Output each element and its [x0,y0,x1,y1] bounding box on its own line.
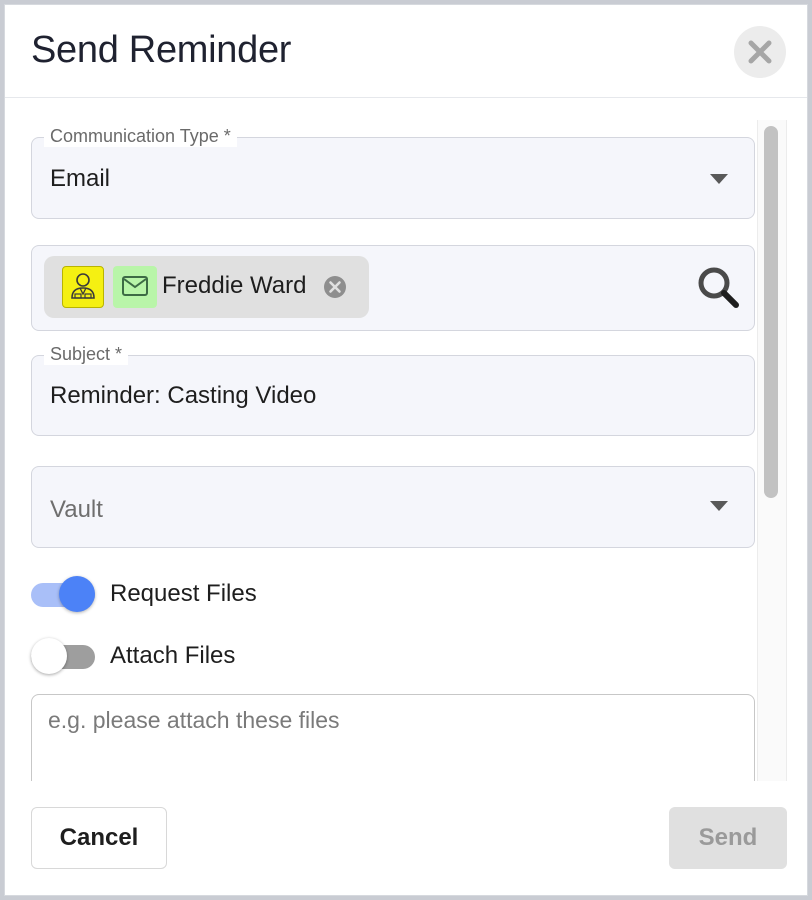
dialog-body: Communication Type * Email Freddie Ward … [5,98,807,781]
message-textarea[interactable]: e.g. please attach these files [31,694,755,781]
dialog-header: Send Reminder [5,5,807,98]
vault-placeholder: Vault [50,496,103,523]
recipient-chip: Freddie Ward [44,256,369,318]
envelope-icon [113,266,157,308]
request-files-label: Request Files [110,580,257,607]
subject-value: Reminder: Casting Video [50,382,317,409]
search-recipients-button[interactable] [696,265,742,311]
communication-type-value: Email [50,165,111,192]
dialog-footer: Cancel Send [5,781,807,895]
send-reminder-dialog: Send Reminder Communication Type * Email [4,4,808,896]
person-icon [62,266,104,308]
remove-circle-icon [324,276,346,298]
recipients-field[interactable]: Freddie Ward [31,245,755,331]
dialog-title: Send Reminder [31,29,292,71]
vault-select[interactable]: Vault [31,466,755,548]
scrollbar-thumb[interactable] [764,126,778,498]
communication-type-select[interactable]: Communication Type * Email [31,126,755,219]
message-placeholder: e.g. please attach these files [48,707,340,733]
chevron-down-icon [710,174,728,184]
subject-input[interactable]: Subject * Reminder: Casting Video [31,344,755,436]
cancel-button[interactable]: Cancel [31,807,167,869]
recipient-name: Freddie Ward [162,272,307,299]
remove-recipient-button[interactable] [323,275,347,299]
request-files-toggle-row: Request Files [31,572,431,616]
chevron-down-icon [710,501,728,511]
attach-files-label: Attach Files [110,642,236,669]
attach-files-toggle-knob[interactable] [31,638,67,674]
search-icon [698,267,739,308]
close-icon [748,40,772,64]
communication-type-label: Communication Type * [44,126,237,147]
request-files-toggle-knob[interactable] [59,576,95,612]
close-button[interactable] [734,26,786,78]
scrollbar[interactable] [757,120,787,781]
subject-label: Subject * [44,344,129,365]
send-button[interactable]: Send [669,807,787,869]
attach-files-toggle-row: Attach Files [31,634,431,678]
